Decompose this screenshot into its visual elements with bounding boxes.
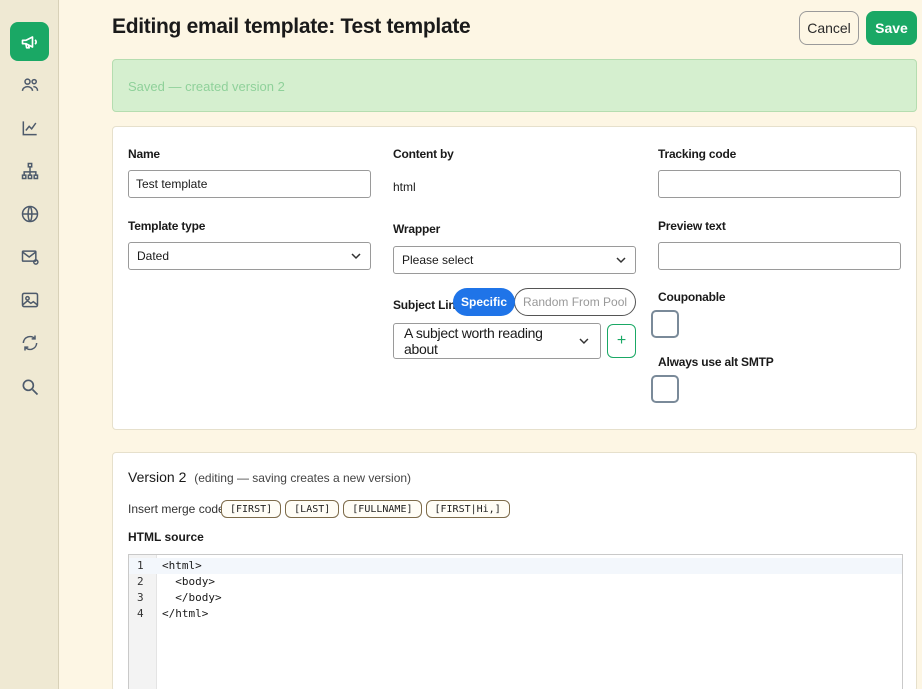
nav-campaigns[interactable]	[10, 22, 49, 61]
merge-chip-last[interactable]: [LAST]	[285, 500, 340, 518]
users-icon	[21, 77, 38, 91]
merge-code-chips: [FIRST] [LAST] [FULLNAME] [FIRST|Hi,]	[221, 500, 510, 518]
template-type-label: Template type	[128, 219, 206, 233]
template-type-select[interactable]: Dated	[128, 242, 371, 270]
nav-search[interactable]	[10, 367, 49, 406]
chevron-down-icon	[579, 338, 589, 345]
subject-line-label: Subject Line	[393, 298, 462, 312]
merge-code-label: Insert merge code:	[128, 502, 229, 516]
code-text: <html>	[162, 559, 202, 572]
preview-text-input[interactable]	[658, 242, 901, 270]
search-icon	[22, 379, 38, 395]
code-text: </body>	[162, 591, 222, 604]
version-title-text: Version 2	[128, 469, 187, 485]
wrapper-value: Please select	[402, 253, 474, 267]
line-number: 3	[137, 591, 144, 604]
merge-chip-fullname[interactable]: [FULLNAME]	[343, 500, 422, 518]
sidebar	[0, 0, 59, 689]
chevron-down-icon	[351, 253, 361, 260]
code-line: 4 </html>	[129, 606, 902, 622]
code-text: </html>	[162, 607, 209, 620]
chart-line-icon	[22, 120, 37, 135]
plus-icon: +	[616, 332, 627, 349]
nav-users[interactable]	[10, 65, 49, 104]
couponable-label: Couponable	[658, 290, 726, 304]
main-content: Editing email template: Test template Ca…	[60, 0, 922, 689]
merge-chip-first[interactable]: [FIRST]	[221, 500, 282, 518]
template-settings-card: Name Test template Template type Dated C…	[112, 126, 917, 430]
code-line: 2 <body>	[129, 574, 902, 590]
line-number: 2	[137, 575, 144, 588]
refresh-icon	[22, 335, 37, 350]
merge-chip-first-hi[interactable]: [FIRST|Hi,]	[425, 500, 510, 518]
success-alert: Saved — created version 2	[112, 59, 917, 112]
subject-line-value: A subject worth reading about	[404, 325, 543, 357]
megaphone-icon	[21, 35, 37, 49]
nav-sync[interactable]	[10, 323, 49, 362]
chevron-down-icon	[616, 257, 626, 264]
nav-email-templates[interactable]	[10, 237, 49, 276]
always-alt-smtp-checkbox[interactable]	[651, 375, 679, 403]
version-card: Version 2 (editing — saving creates a ne…	[112, 452, 917, 689]
mail-at-icon	[21, 249, 39, 265]
html-source-label: HTML source	[128, 530, 204, 544]
image-icon	[21, 292, 38, 307]
add-subject-button[interactable]: +	[607, 324, 636, 358]
subject-mode-specific[interactable]: Specific	[453, 288, 516, 316]
preview-text-label: Preview text	[658, 219, 726, 233]
line-number: 1	[137, 559, 144, 572]
wrapper-select[interactable]: Please select	[393, 246, 636, 274]
tracking-code-label: Tracking code	[658, 147, 737, 161]
code-editor[interactable]: 1 <html> 2 <body> 3 </body> 4 </html>	[128, 554, 903, 689]
line-number: 4	[137, 607, 144, 620]
version-title: Version 2 (editing — saving creates a ne…	[128, 469, 411, 485]
sitemap-icon	[21, 162, 38, 179]
wrapper-label: Wrapper	[393, 222, 441, 236]
nav-analytics[interactable]	[10, 108, 49, 147]
couponable-checkbox[interactable]	[651, 310, 679, 338]
version-note: (editing — saving creates a new version)	[194, 471, 412, 485]
code-line: 1 <html>	[129, 558, 902, 574]
always-alt-smtp-label: Always use alt SMTP	[658, 355, 774, 369]
name-label: Name	[128, 147, 160, 161]
subject-mode-toggle: Specific Random From Pool	[453, 288, 637, 316]
globe-icon	[21, 205, 38, 222]
nav-domains[interactable]	[10, 194, 49, 233]
page-title: Editing email template: Test template	[112, 15, 471, 38]
subject-line-select[interactable]: A subject worth reading about	[393, 323, 601, 359]
save-button[interactable]: Save	[866, 11, 917, 45]
tracking-code-input[interactable]	[658, 170, 901, 198]
content-by-label: Content by	[393, 147, 454, 161]
name-input[interactable]: Test template	[128, 170, 371, 198]
nav-structure[interactable]	[10, 151, 49, 190]
subject-mode-random-pool[interactable]: Random From Pool	[514, 288, 637, 316]
cancel-button[interactable]: Cancel	[799, 11, 859, 45]
template-type-value: Dated	[137, 249, 170, 263]
code-text: <body>	[162, 575, 215, 588]
nav-images[interactable]	[10, 280, 49, 319]
code-line: 3 </body>	[129, 590, 902, 606]
content-by-value: html	[393, 180, 416, 194]
